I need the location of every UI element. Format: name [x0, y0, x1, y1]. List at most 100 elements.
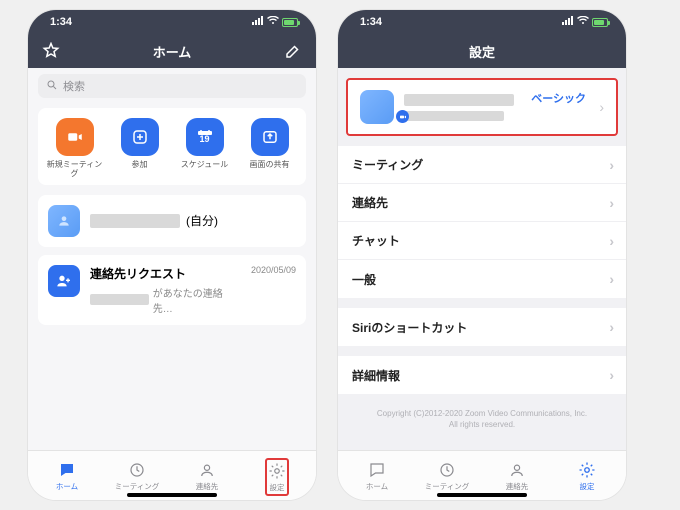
- chat-bubble-icon: [58, 461, 76, 479]
- header: 設定: [338, 34, 626, 68]
- chevron-right-icon: ›: [599, 99, 604, 115]
- tab-settings[interactable]: 設定: [552, 461, 622, 492]
- settings-section-1: ミーティング › 連絡先 › チャット › 一般 ›: [338, 146, 626, 298]
- chevron-right-icon: ›: [609, 319, 614, 335]
- header: ホーム: [28, 34, 316, 68]
- gear-icon: [268, 462, 286, 480]
- redacted-email: [404, 111, 504, 121]
- action-label: 画面の共有: [250, 161, 290, 170]
- home-indicator: [127, 493, 217, 497]
- phone-settings: 1:34 設定 ベーシック › ミーティング ›: [338, 10, 626, 500]
- avatar: [360, 90, 394, 124]
- settings-item-general[interactable]: 一般 ›: [338, 260, 626, 298]
- settings-item-label: 連絡先: [352, 194, 388, 211]
- contacts-icon: [198, 461, 216, 479]
- tab-meeting[interactable]: ミーティング: [412, 461, 482, 492]
- copyright: Copyright (C)2012-2020 Zoom Video Commun…: [338, 394, 626, 444]
- plan-badge: ベーシック: [531, 90, 586, 106]
- home-body: 検索 新規ミーティング 参加 19 スケジュール: [28, 68, 316, 450]
- settings-item-label: Siriのショートカット: [352, 319, 467, 336]
- action-label: スケジュール: [181, 161, 228, 170]
- settings-item-siri[interactable]: Siriのショートカット ›: [338, 308, 626, 346]
- tab-label: 設定: [270, 482, 285, 493]
- clock-icon: [438, 461, 456, 479]
- contact-request-date: 2020/05/09: [251, 265, 296, 275]
- plus-icon: [121, 118, 159, 156]
- chevron-right-icon: ›: [609, 195, 614, 211]
- tab-home[interactable]: ホーム: [32, 461, 102, 492]
- chevron-right-icon: ›: [609, 157, 614, 173]
- settings-item-label: チャット: [352, 232, 400, 249]
- tab-label: ホーム: [366, 481, 388, 492]
- contact-request-icon: [48, 265, 80, 297]
- self-row[interactable]: (自分): [38, 195, 306, 247]
- signal-icon: [562, 16, 574, 28]
- tab-settings[interactable]: 設定: [242, 458, 312, 496]
- home-indicator: [437, 493, 527, 497]
- tab-label: 連絡先: [196, 481, 219, 492]
- redacted-name: [90, 214, 180, 228]
- quick-actions: 新規ミーティング 参加 19 スケジュール 画面の共有: [38, 108, 306, 185]
- battery-icon: [282, 18, 298, 27]
- search-input[interactable]: 検索: [38, 74, 306, 98]
- chevron-right-icon: ›: [609, 233, 614, 249]
- wifi-icon: [267, 16, 279, 28]
- chat-bubble-icon: [368, 461, 386, 479]
- phone-home: 1:34 ホーム 検索: [28, 10, 316, 500]
- contact-request-title: 連絡先リクエスト: [90, 265, 241, 282]
- compose-icon[interactable]: [284, 42, 302, 60]
- settings-item-label: 一般: [352, 271, 376, 288]
- settings-section-2: Siriのショートカット ›: [338, 308, 626, 346]
- chevron-right-icon: ›: [609, 367, 614, 383]
- clock-icon: [128, 461, 146, 479]
- settings-item-chat[interactable]: チャット ›: [338, 222, 626, 260]
- new-meeting-button[interactable]: 新規ミーティング: [45, 118, 105, 179]
- signal-icon: [252, 16, 264, 28]
- page-title: ホーム: [153, 42, 192, 61]
- wifi-icon: [577, 16, 589, 28]
- tab-label: ミーティング: [425, 481, 470, 492]
- chevron-right-icon: ›: [609, 271, 614, 287]
- settings-section-3: 詳細情報 ›: [338, 356, 626, 394]
- contact-request-subtitle: があなたの連絡先…: [153, 285, 241, 315]
- tab-label: ミーティング: [115, 481, 160, 492]
- status-indicators: [562, 16, 608, 28]
- tab-home[interactable]: ホーム: [342, 461, 412, 492]
- clock: 1:34: [50, 16, 72, 28]
- status-bar: 1:34: [28, 10, 316, 34]
- status-bar: 1:34: [338, 10, 626, 34]
- self-label: (自分): [186, 212, 218, 229]
- star-icon[interactable]: [42, 42, 60, 60]
- redacted-name: [404, 94, 514, 106]
- tab-label: ホーム: [56, 481, 78, 492]
- contact-request-row[interactable]: 連絡先リクエスト があなたの連絡先… 2020/05/09: [38, 255, 306, 325]
- search-placeholder: 検索: [63, 78, 85, 94]
- action-label: 新規ミーティング: [45, 161, 105, 179]
- join-button[interactable]: 参加: [110, 118, 170, 179]
- copyright-line: All rights reserved.: [350, 419, 614, 430]
- camera-icon: [396, 110, 409, 123]
- search-icon: [46, 79, 58, 94]
- share-screen-button[interactable]: 画面の共有: [240, 118, 300, 179]
- tab-meeting[interactable]: ミーティング: [102, 461, 172, 492]
- status-indicators: [252, 16, 298, 28]
- avatar: [48, 205, 80, 237]
- upload-icon: [251, 118, 289, 156]
- settings-item-contacts[interactable]: 連絡先 ›: [338, 184, 626, 222]
- settings-item-label: ミーティング: [352, 156, 423, 173]
- settings-body: ベーシック › ミーティング › 連絡先 › チャット › 一般 › Si: [338, 68, 626, 450]
- redacted-name: [90, 294, 149, 305]
- video-icon: [56, 118, 94, 156]
- settings-item-label: 詳細情報: [352, 367, 400, 384]
- tab-contacts[interactable]: 連絡先: [482, 461, 552, 492]
- action-label: 参加: [132, 161, 148, 170]
- settings-item-meeting[interactable]: ミーティング ›: [338, 146, 626, 184]
- profile-row[interactable]: ベーシック ›: [346, 78, 618, 136]
- gear-icon: [578, 461, 596, 479]
- schedule-button[interactable]: 19 スケジュール: [175, 118, 235, 179]
- calendar-date: 19: [199, 134, 209, 144]
- settings-item-details[interactable]: 詳細情報 ›: [338, 356, 626, 394]
- copyright-line: Copyright (C)2012-2020 Zoom Video Commun…: [350, 408, 614, 419]
- tab-contacts[interactable]: 連絡先: [172, 461, 242, 492]
- page-title: 設定: [469, 42, 495, 61]
